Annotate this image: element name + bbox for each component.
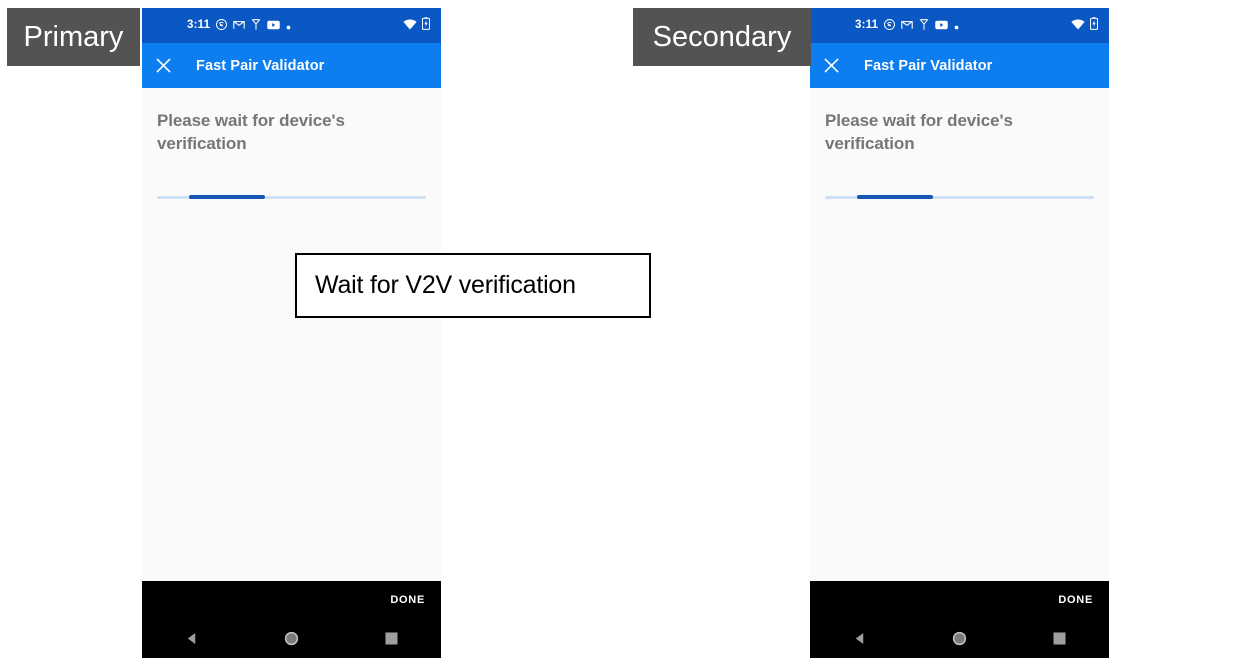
close-icon[interactable] xyxy=(810,58,852,73)
status-bar-clock: 3:11 xyxy=(855,18,879,31)
back-icon[interactable] xyxy=(810,631,910,646)
hangouts-icon xyxy=(919,17,929,35)
status-bar: 3:11 xyxy=(142,8,441,43)
wifi-icon xyxy=(1071,17,1085,35)
screen-content: Please wait for device's verification xyxy=(810,88,1109,581)
verification-wait-message: Please wait for device's verification xyxy=(157,111,345,153)
recents-icon[interactable] xyxy=(1009,632,1109,645)
phone-screenshot-secondary: 3:11 Fast Pair Validator Please wait for… xyxy=(810,8,1109,658)
battery-icon xyxy=(421,16,430,35)
more-notifications-dot-icon xyxy=(954,17,959,35)
home-icon[interactable] xyxy=(242,631,342,646)
status-bar-left-group: 3:11 xyxy=(142,17,291,35)
role-badge-primary: Primary xyxy=(7,8,140,66)
done-button[interactable]: DONE xyxy=(1058,594,1093,606)
more-notifications-dot-icon xyxy=(286,17,291,35)
app-bar-title: Fast Pair Validator xyxy=(864,57,993,74)
app-bar-title: Fast Pair Validator xyxy=(196,57,325,74)
skype-icon xyxy=(884,17,896,35)
android-navigation-bar xyxy=(142,619,441,658)
role-badge-primary-label: Primary xyxy=(23,20,124,53)
step-caption-label: Wait for V2V verification xyxy=(315,271,576,299)
role-badge-secondary: Secondary xyxy=(633,8,811,66)
gmail-icon xyxy=(901,17,913,35)
battery-icon xyxy=(1089,16,1098,35)
bottom-bar: DONE xyxy=(142,581,441,658)
bottom-bar: DONE xyxy=(810,581,1109,658)
verification-progress-bar xyxy=(825,195,1094,200)
youtube-icon xyxy=(267,17,280,35)
status-bar-right-group xyxy=(403,16,430,35)
status-bar-right-group xyxy=(1071,16,1098,35)
wifi-icon xyxy=(403,17,417,35)
app-bar: Fast Pair Validator xyxy=(142,43,441,88)
skype-icon xyxy=(216,17,228,35)
home-icon[interactable] xyxy=(910,631,1010,646)
recents-icon[interactable] xyxy=(341,632,441,645)
step-caption-box: Wait for V2V verification xyxy=(295,253,651,318)
hangouts-icon xyxy=(251,17,261,35)
close-icon[interactable] xyxy=(142,58,184,73)
done-row: DONE xyxy=(142,581,441,619)
screen-content: Please wait for device's verification xyxy=(142,88,441,581)
status-bar-clock: 3:11 xyxy=(187,18,211,31)
status-bar-left-group: 3:11 xyxy=(810,17,959,35)
gmail-icon xyxy=(233,17,245,35)
done-button[interactable]: DONE xyxy=(390,594,425,606)
back-icon[interactable] xyxy=(142,631,242,646)
role-badge-secondary-label: Secondary xyxy=(652,20,792,53)
verification-progress-bar xyxy=(157,195,426,200)
progress-fill xyxy=(189,195,265,200)
done-row: DONE xyxy=(810,581,1109,619)
phone-screenshot-primary: 3:11 Fast Pair Validator Please wait for… xyxy=(142,8,441,658)
progress-fill xyxy=(857,195,933,200)
app-bar: Fast Pair Validator xyxy=(810,43,1109,88)
youtube-icon xyxy=(935,17,948,35)
android-navigation-bar xyxy=(810,619,1109,658)
verification-wait-message: Please wait for device's verification xyxy=(825,111,1013,153)
status-bar: 3:11 xyxy=(810,8,1109,43)
